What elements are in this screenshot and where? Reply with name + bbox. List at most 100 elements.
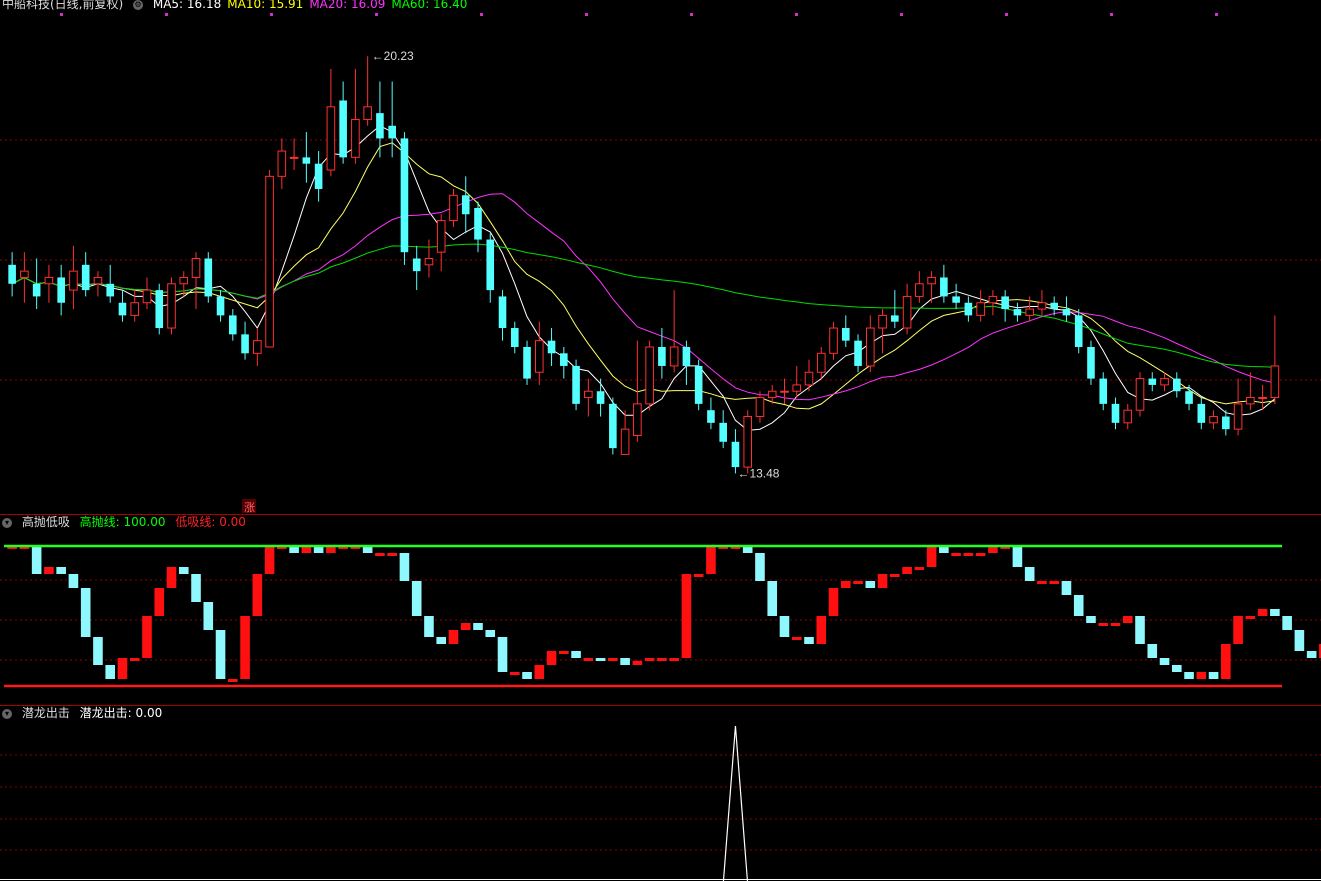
panel2-item-high: 高抛线: 100.00 [79, 515, 166, 529]
candle-body [694, 365, 703, 404]
low-price-label: ←13.48 [737, 466, 779, 480]
candle-body [130, 302, 140, 316]
candle-body [731, 441, 740, 468]
panel2-header: ▾ 高抛低吸 高抛线: 100.00 低吸线: 0.00 [2, 515, 252, 529]
indicator-bar [840, 581, 851, 588]
candle-body [241, 334, 249, 354]
top-marker [1215, 13, 1218, 16]
indicator-bar [755, 553, 765, 581]
indicator-bar [644, 658, 655, 661]
candle-body [1258, 397, 1267, 400]
chevron-down-icon[interactable]: ▾ [2, 517, 12, 528]
indicator-bar [963, 553, 974, 556]
candle-body [829, 327, 838, 354]
indicator-bar [203, 602, 214, 630]
candle-body [669, 346, 679, 367]
candle-body [118, 302, 127, 316]
candle-body [915, 283, 924, 297]
indicator-bar [1184, 672, 1194, 679]
indicator-bar [890, 574, 900, 577]
candle-body [216, 296, 225, 316]
indicator-bar [117, 658, 128, 679]
indicator-bar [1306, 651, 1317, 658]
candle-body [1197, 403, 1206, 423]
indicator-bar [448, 630, 459, 644]
candle-body [1246, 397, 1255, 405]
indicator-bar [632, 660, 643, 665]
candle-body [596, 391, 605, 404]
candle-body [142, 289, 152, 304]
candle-body [1233, 403, 1243, 430]
candle-body [204, 258, 213, 297]
indicator-bar [44, 567, 54, 574]
indicator-bar [1294, 630, 1305, 651]
indicator-bar [546, 651, 557, 665]
signal-spike [722, 725, 749, 881]
candle-body [780, 390, 789, 393]
indicator-bar [595, 658, 606, 661]
indicator-bar [387, 553, 397, 556]
candle-body [179, 276, 189, 285]
ma10-line [11, 142, 1275, 410]
indicator-bar [914, 567, 925, 570]
top-marker [585, 13, 588, 16]
indicator-bar [1110, 623, 1121, 626]
candle-body [314, 163, 323, 189]
candle-body [866, 327, 875, 367]
candle-body [719, 422, 727, 442]
indicator-bar [411, 581, 422, 616]
indicator-bar [853, 581, 863, 584]
candle-body [57, 277, 65, 303]
candle-body [289, 156, 299, 159]
indicator-bar [571, 651, 581, 658]
top-marker [375, 13, 378, 16]
candle-body [1074, 315, 1083, 347]
candle-body [927, 276, 936, 285]
indicator-bar [1233, 616, 1243, 644]
stock-chart: ←20.23 ←13.48 涨 [0, 13, 1321, 881]
indicator-bar [559, 651, 569, 654]
candle-body [1123, 409, 1133, 424]
candle-body [841, 328, 850, 341]
rise-marker: 涨 [244, 501, 255, 514]
indicator-bar [1061, 581, 1072, 595]
indicator-bar [1073, 595, 1084, 616]
candle-body [229, 315, 237, 335]
panel3-title: 潜龙出击 [21, 706, 70, 720]
candle-body [976, 302, 985, 316]
chevron-down-icon[interactable]: ▾ [2, 708, 12, 719]
settings-icon[interactable]: ⚙ [133, 0, 144, 10]
candle-body [167, 283, 176, 329]
candle-body [964, 302, 973, 316]
indicator-bar [105, 665, 116, 679]
indicator-bar [1024, 567, 1035, 581]
indicator-bar [706, 546, 716, 574]
candle-body [424, 258, 434, 266]
candle-body [302, 157, 311, 164]
indicator-bar [1122, 616, 1133, 623]
indicator-bar [657, 658, 667, 661]
panel2-title: 高抛低吸 [21, 515, 70, 529]
candle-body [792, 384, 802, 392]
high-price-label: ←20.23 [372, 49, 414, 63]
candle-body [1222, 416, 1230, 430]
candle-body [620, 428, 630, 455]
candle-body [1099, 378, 1108, 404]
candle-body [952, 296, 960, 303]
indicator-bar [56, 567, 66, 574]
panel2-item-low: 低吸线: 0.00 [175, 515, 246, 529]
indicator-bar [804, 637, 814, 644]
candle-body [804, 371, 814, 386]
candle-body [20, 270, 29, 278]
indicator-bar [473, 623, 483, 630]
indicator-bar [816, 616, 827, 644]
candle-body [572, 365, 580, 404]
candle-body [854, 340, 862, 366]
indicator-bar [485, 630, 496, 637]
indicator-bar [1037, 581, 1047, 584]
indicator-bar [951, 553, 961, 556]
candle-body [645, 346, 654, 405]
candle-body [339, 100, 347, 158]
candle-body [658, 346, 666, 366]
candle-body [155, 290, 164, 329]
